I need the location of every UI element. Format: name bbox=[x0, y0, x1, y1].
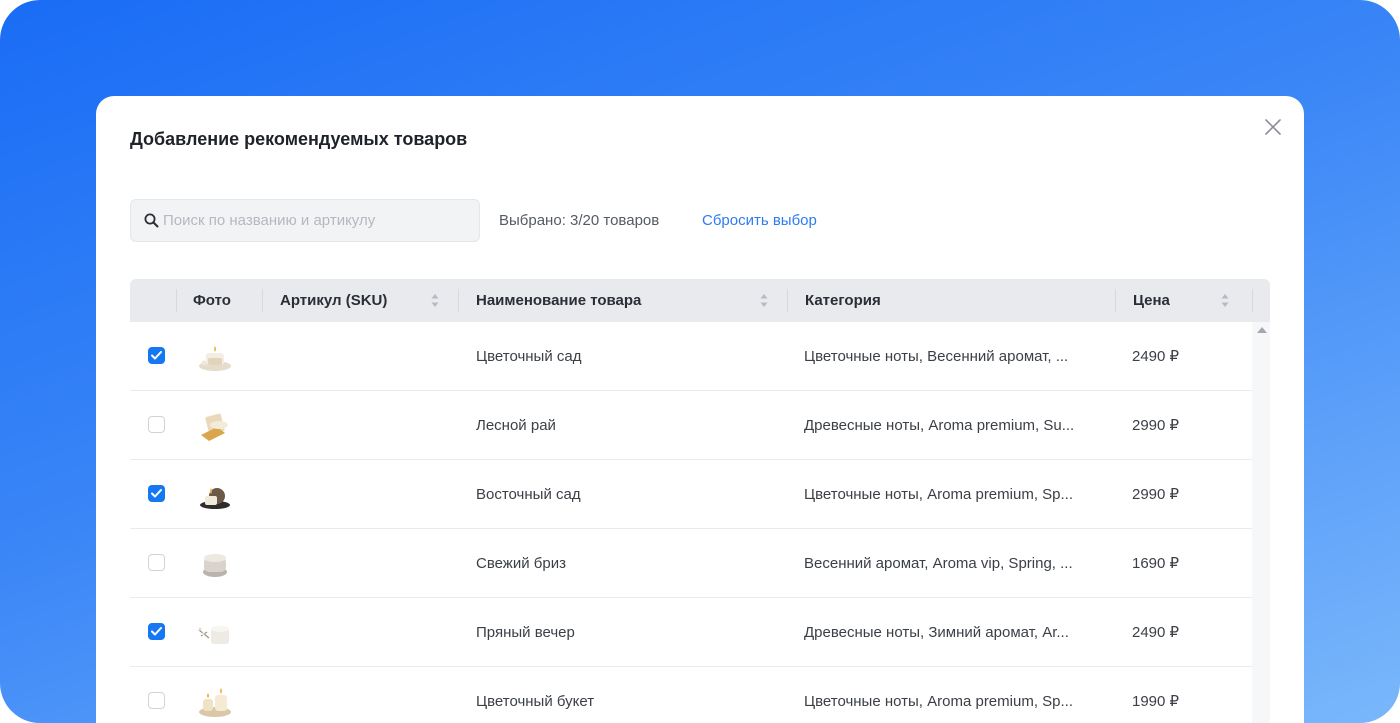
header-divider bbox=[1252, 289, 1253, 312]
product-price: 2990 ₽ bbox=[1132, 417, 1180, 434]
search-icon bbox=[144, 213, 159, 228]
row-checkbox[interactable] bbox=[148, 692, 165, 709]
product-sku bbox=[280, 598, 450, 666]
product-price: 2990 ₽ bbox=[1132, 486, 1180, 503]
product-sku bbox=[280, 529, 450, 597]
scroll-up-arrow-icon[interactable] bbox=[1257, 327, 1267, 333]
selection-count: Выбрано: 3/20 товаров bbox=[499, 212, 660, 229]
check-icon bbox=[151, 627, 162, 636]
table-row[interactable]: Лесной рай Древесные ноты, Aroma premium,… bbox=[130, 391, 1252, 460]
row-checkbox[interactable] bbox=[148, 416, 165, 433]
add-recommended-products-modal: Добавление рекомендуемых товаров Выбрано… bbox=[96, 96, 1304, 723]
product-name: Пряный вечер bbox=[476, 623, 575, 641]
table-row[interactable]: Пряный вечер Древесные ноты, Зимний арома… bbox=[130, 598, 1252, 667]
header-category: Категория bbox=[805, 292, 881, 309]
search-field[interactable] bbox=[130, 199, 480, 242]
header-divider bbox=[1115, 289, 1116, 312]
header-divider bbox=[458, 289, 459, 312]
table-row[interactable]: Свежий бриз Весенний аромат, Aroma vip, S… bbox=[130, 529, 1252, 598]
header-divider bbox=[262, 289, 263, 312]
product-category: Весенний аромат, Aroma vip, Spring, ... bbox=[804, 554, 1073, 572]
product-sku bbox=[280, 391, 450, 459]
header-name[interactable]: Наименование товара bbox=[476, 279, 641, 322]
header-photo: Фото bbox=[193, 292, 231, 309]
products-table: Фото Артикул (SKU) Наименование товара К… bbox=[130, 279, 1270, 723]
sort-icon[interactable] bbox=[759, 292, 769, 309]
product-photo bbox=[195, 681, 235, 721]
table-header: Фото Артикул (SKU) Наименование товара К… bbox=[130, 279, 1270, 322]
row-checkbox[interactable] bbox=[148, 554, 165, 571]
product-category: Цветочные ноты, Aroma premium, Sp... bbox=[804, 485, 1074, 503]
product-name: Лесной рай bbox=[476, 416, 556, 434]
sort-icon[interactable] bbox=[430, 292, 440, 309]
product-category: Древесные ноты, Зимний аромат, Ar... bbox=[804, 623, 1069, 641]
product-photo bbox=[195, 543, 235, 583]
product-sku bbox=[280, 667, 450, 723]
table-row[interactable]: Цветочный сад Цветочные ноты, Весенний ар… bbox=[130, 322, 1252, 391]
product-price: 2490 ₽ bbox=[1132, 348, 1180, 365]
product-category: Цветочные ноты, Aroma premium, Sp... bbox=[804, 692, 1074, 710]
table-row[interactable]: Восточный сад Цветочные ноты, Aroma premi… bbox=[130, 460, 1252, 529]
product-sku bbox=[280, 460, 450, 528]
close-icon bbox=[1265, 119, 1281, 135]
product-category: Древесные ноты, Aroma premium, Su... bbox=[804, 416, 1075, 434]
reset-selection-link[interactable]: Сбросить выбор bbox=[702, 212, 817, 229]
table-row[interactable]: Цветочный букет Цветочные ноты, Aroma pre… bbox=[130, 667, 1252, 723]
check-icon bbox=[151, 351, 162, 360]
header-sku[interactable]: Артикул (SKU) bbox=[280, 279, 387, 322]
header-divider bbox=[176, 289, 177, 312]
product-price: 1990 ₽ bbox=[1132, 693, 1180, 710]
product-category: Цветочные ноты, Весенний аромат, ... bbox=[804, 347, 1069, 365]
sort-icon[interactable] bbox=[1220, 292, 1230, 309]
close-button[interactable] bbox=[1262, 116, 1284, 138]
product-photo bbox=[195, 405, 235, 445]
check-icon bbox=[151, 489, 162, 498]
product-price: 2490 ₽ bbox=[1132, 624, 1180, 641]
product-photo bbox=[195, 474, 235, 514]
row-checkbox[interactable] bbox=[148, 347, 165, 364]
product-name: Цветочный букет bbox=[476, 692, 595, 710]
product-price: 1690 ₽ bbox=[1132, 555, 1180, 572]
product-photo bbox=[195, 612, 235, 652]
product-name: Восточный сад bbox=[476, 485, 581, 503]
header-price[interactable]: Цена bbox=[1133, 279, 1170, 322]
product-photo bbox=[195, 336, 235, 376]
row-checkbox[interactable] bbox=[148, 623, 165, 640]
product-name: Цветочный сад bbox=[476, 347, 582, 365]
product-sku bbox=[280, 322, 450, 390]
background-frame: Добавление рекомендуемых товаров Выбрано… bbox=[0, 0, 1400, 723]
row-checkbox[interactable] bbox=[148, 485, 165, 502]
search-input[interactable] bbox=[163, 212, 463, 229]
product-name: Свежий бриз bbox=[476, 554, 566, 572]
header-divider bbox=[787, 289, 788, 312]
modal-title: Добавление рекомендуемых товаров bbox=[130, 129, 468, 149]
table-scrollbar[interactable] bbox=[1252, 322, 1270, 723]
